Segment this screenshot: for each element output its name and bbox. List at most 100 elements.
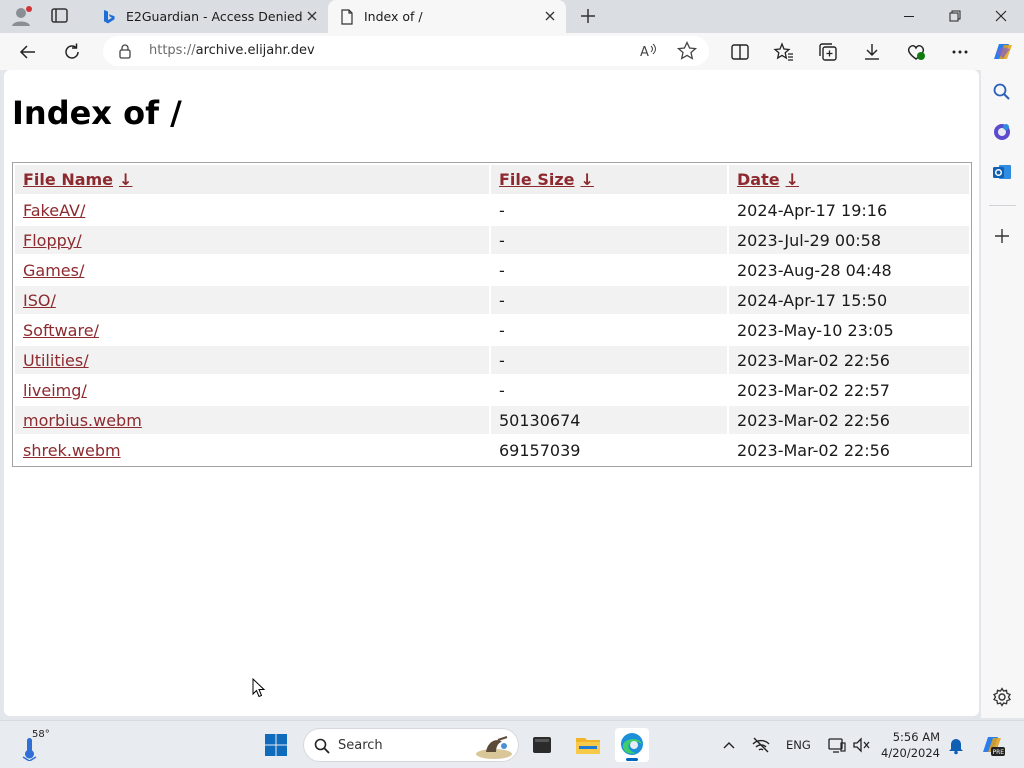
url-text[interactable]: https://archive.elijahr.dev	[149, 43, 315, 58]
file-link[interactable]: Software/	[23, 321, 99, 340]
add-icon[interactable]	[991, 225, 1013, 247]
column-label: File Name	[23, 170, 114, 189]
file-size-cell: -	[491, 286, 727, 314]
sort-date-link[interactable]: Date ↓	[737, 170, 799, 189]
minimize-icon[interactable]	[886, 0, 932, 33]
file-link[interactable]: morbius.webm	[23, 411, 142, 430]
file-size-cell: 69157039	[499, 440, 581, 460]
column-header-file-name: File Name ↓	[15, 165, 489, 194]
favorite-star-icon[interactable]	[676, 40, 698, 62]
close-icon[interactable]	[978, 0, 1024, 33]
search-highlight-image	[474, 732, 514, 760]
bing-icon	[102, 9, 116, 25]
collections-icon[interactable]	[817, 41, 839, 63]
close-icon[interactable]	[304, 8, 320, 24]
file-link[interactable]: ISO/	[23, 291, 56, 310]
tab-index-of[interactable]: Index of /	[328, 0, 566, 33]
search-placeholder: Search	[338, 738, 383, 753]
file-date-cell: 2024-Apr-17 19:16	[737, 200, 888, 220]
taskbar-search[interactable]: Search	[303, 728, 519, 762]
file-link[interactable]: FakeAV/	[23, 201, 85, 220]
more-icon[interactable]	[949, 41, 971, 63]
page-title: Index of /	[12, 94, 182, 132]
sort-arrow-icon: ↓	[580, 170, 594, 189]
table-row: Games/ - 2023-Aug-28 04:48	[15, 256, 969, 284]
edge-icon[interactable]	[615, 728, 649, 762]
favorites-icon[interactable]	[773, 41, 795, 63]
back-icon[interactable]	[17, 41, 39, 63]
url-host: archive.elijahr.dev	[195, 43, 315, 58]
network-icon[interactable]	[751, 735, 771, 755]
file-name-cell: shrek.webm	[15, 436, 489, 464]
restore-icon[interactable]	[932, 0, 978, 33]
file-manager-icon[interactable]	[525, 728, 559, 762]
active-indicator	[626, 758, 638, 761]
file-link[interactable]: shrek.webm	[23, 441, 121, 460]
file-date-cell: 2023-May-10 23:05	[737, 320, 894, 340]
address-bar[interactable]: https://archive.elijahr.dev A	[103, 36, 709, 66]
file-link[interactable]: Floppy/	[23, 231, 82, 250]
sort-file-size-link[interactable]: File Size ↓	[499, 170, 594, 189]
file-size-cell: -	[499, 200, 505, 220]
file-name: shrek.webm	[23, 440, 121, 460]
file-name-cell: liveimg/	[15, 376, 489, 404]
file-link[interactable]: Games/	[23, 261, 84, 280]
new-tab-icon[interactable]	[576, 5, 600, 27]
file-size-cell: 50130674	[491, 406, 727, 434]
dir-slash: /	[78, 260, 85, 280]
table-header-row: File Name ↓ File Size ↓ Date ↓	[15, 165, 969, 194]
file-name: morbius.webm	[23, 410, 142, 430]
refresh-icon[interactable]	[61, 41, 83, 63]
weather-temperature: 58°	[32, 729, 50, 740]
chevron-up-icon[interactable]	[719, 735, 739, 755]
tab-actions-icon[interactable]	[50, 7, 70, 25]
file-name-cell: Floppy/	[15, 226, 489, 254]
download-icon[interactable]	[861, 41, 883, 63]
split-screen-icon[interactable]	[729, 41, 751, 63]
column-label: Date	[737, 170, 780, 189]
file-date-cell: 2024-Apr-17 15:50	[729, 286, 969, 314]
volume-icon[interactable]	[851, 735, 871, 755]
file-size-cell: -	[499, 260, 505, 280]
sort-file-name-link[interactable]: File Name ↓	[23, 170, 132, 189]
file-explorer-icon[interactable]	[571, 728, 605, 762]
file-link[interactable]: Utilities/	[23, 351, 89, 370]
file-size-cell: -	[499, 320, 505, 340]
clock-date: 4/20/2024	[881, 746, 940, 760]
close-icon[interactable]	[542, 8, 558, 24]
performance-icon[interactable]	[905, 41, 927, 63]
bell-icon[interactable]	[946, 735, 966, 755]
dir-slash: /	[76, 230, 82, 250]
file-date-cell: 2023-Aug-28 04:48	[737, 260, 892, 280]
copilot-pre-icon[interactable]: PRE	[980, 732, 1006, 758]
copilot-icon[interactable]	[990, 39, 1016, 65]
outlook-icon[interactable]	[991, 161, 1013, 183]
clock-time: 5:56 AM	[892, 730, 940, 744]
profile-icon[interactable]	[10, 5, 34, 27]
search-icon[interactable]	[991, 81, 1013, 103]
sort-arrow-icon: ↓	[785, 170, 799, 189]
file-name: Software	[23, 320, 94, 340]
file-date-cell: 2023-Mar-02 22:56	[729, 406, 969, 434]
file-name-cell: Games/	[15, 256, 489, 284]
lock-icon[interactable]	[117, 43, 133, 59]
windows-start-icon[interactable]	[259, 728, 293, 762]
file-name-cell: Software/	[15, 316, 489, 344]
system-clock[interactable]: 5:56 AM 4/20/2024	[874, 729, 940, 761]
file-date-cell: 2023-Jul-29 00:58	[729, 226, 969, 254]
column-header-date: Date ↓	[729, 165, 969, 194]
language-indicator[interactable]: ENG	[786, 738, 811, 752]
svg-text:PRE: PRE	[993, 749, 1005, 756]
read-aloud-icon[interactable]: A	[637, 40, 659, 62]
display-icon[interactable]	[827, 735, 847, 755]
tab-e2guardian[interactable]: E2Guardian - Access Denied	[90, 0, 328, 33]
file-size-cell: -	[491, 346, 727, 374]
file-link[interactable]: liveimg/	[23, 381, 87, 400]
file-date-cell: 2023-Mar-02 22:57	[737, 380, 890, 400]
mouse-cursor-icon	[252, 677, 266, 698]
office-icon[interactable]	[991, 121, 1013, 143]
weather-widget[interactable]: 58°	[20, 729, 60, 763]
sidebar-separator	[989, 205, 1016, 206]
file-name-cell: morbius.webm	[15, 406, 489, 434]
settings-icon[interactable]	[991, 686, 1013, 708]
